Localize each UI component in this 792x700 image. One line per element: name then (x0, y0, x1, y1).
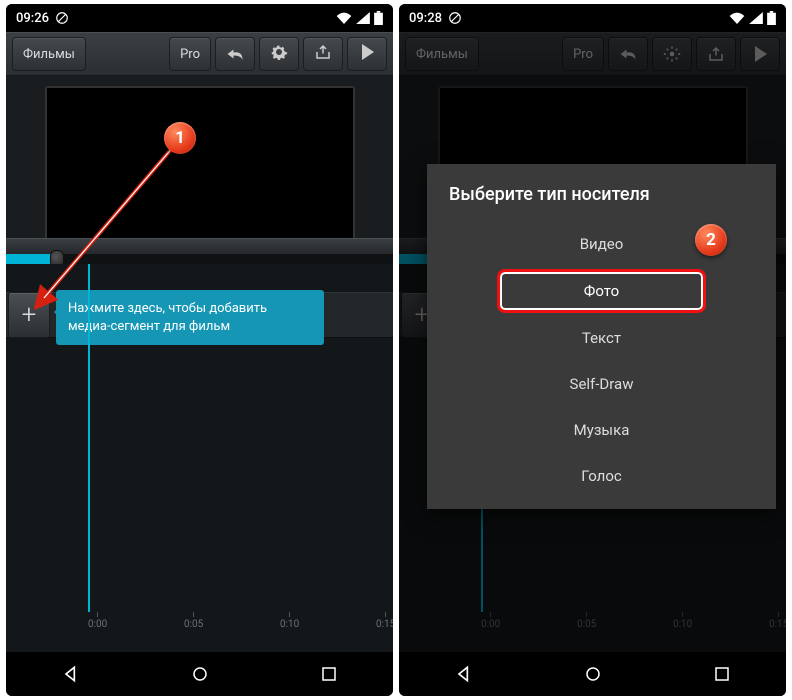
status-bar: 09:28 (399, 4, 786, 32)
preview-screen[interactable] (45, 86, 355, 246)
wifi-icon (729, 12, 745, 24)
timeline-area: + Нажмите здесь, чтобы добавить медиа-се… (6, 264, 393, 652)
signal-icon (356, 12, 370, 24)
gear-icon (270, 43, 288, 65)
battery-icon (767, 11, 776, 25)
timeline-ticks: 0:00 0:05 0:10 0:15 (6, 612, 393, 634)
app-toolbar: Фильмы Pro (6, 32, 393, 76)
battery-icon (374, 11, 383, 25)
playhead-line (88, 264, 90, 612)
annotation-marker-1: 1 (164, 122, 196, 154)
media-type-dialog: Выберите тип носителя Видео Фото Текст S… (427, 164, 776, 509)
dialog-title: Выберите тип носителя (427, 184, 776, 221)
hint-tooltip: Нажмите здесь, чтобы добавить медиа-сегм… (56, 290, 324, 345)
pro-button[interactable]: Pro (562, 37, 604, 71)
preview-base (6, 238, 393, 254)
do-not-disturb-icon (448, 11, 462, 25)
dialog-item-selfdraw[interactable]: Self-Draw (427, 361, 776, 407)
pro-button[interactable]: Pro (169, 37, 211, 71)
plus-icon: + (22, 300, 37, 330)
undo-button[interactable] (215, 37, 255, 71)
phone-left: 09:26 Фильмы Pro (6, 4, 393, 696)
play-icon (360, 44, 374, 64)
do-not-disturb-icon (55, 11, 69, 25)
android-navbar (399, 652, 786, 696)
timeline-ticks: 0:00 0:05 0:10 0:15 (399, 612, 786, 634)
signal-icon (749, 12, 763, 24)
preview-area (6, 76, 393, 254)
home-icon[interactable] (191, 665, 209, 683)
status-bar: 09:26 (6, 4, 393, 32)
undo-button[interactable] (608, 37, 648, 71)
wifi-icon (336, 12, 352, 24)
settings-button[interactable] (259, 37, 299, 71)
home-icon[interactable] (584, 665, 602, 683)
dialog-item-text[interactable]: Текст (427, 315, 776, 361)
recents-icon[interactable] (320, 665, 338, 683)
back-icon[interactable] (454, 664, 474, 684)
dialog-item-music[interactable]: Музыка (427, 407, 776, 453)
settings-button[interactable] (652, 37, 692, 71)
share-button[interactable] (303, 37, 343, 71)
status-time: 09:28 (409, 11, 442, 26)
app-toolbar: Фильмы Pro (399, 32, 786, 76)
scrub-bar[interactable] (6, 254, 393, 264)
recents-icon[interactable] (713, 665, 731, 683)
play-button[interactable] (740, 37, 780, 71)
play-button[interactable] (347, 37, 387, 71)
dialog-item-photo[interactable]: Фото (497, 269, 706, 313)
back-icon[interactable] (61, 664, 81, 684)
phone-right: 09:28 Фильмы Pro + 0:00 0:05 0: (399, 4, 786, 696)
android-navbar (6, 652, 393, 696)
add-segment-button[interactable]: + (8, 292, 50, 338)
annotation-marker-2: 2 (695, 224, 727, 256)
movies-button[interactable]: Фильмы (12, 37, 86, 71)
share-icon (314, 44, 332, 64)
movies-button[interactable]: Фильмы (405, 37, 479, 71)
status-time: 09:26 (16, 11, 49, 26)
dialog-item-voice[interactable]: Голос (427, 453, 776, 499)
share-button[interactable] (696, 37, 736, 71)
